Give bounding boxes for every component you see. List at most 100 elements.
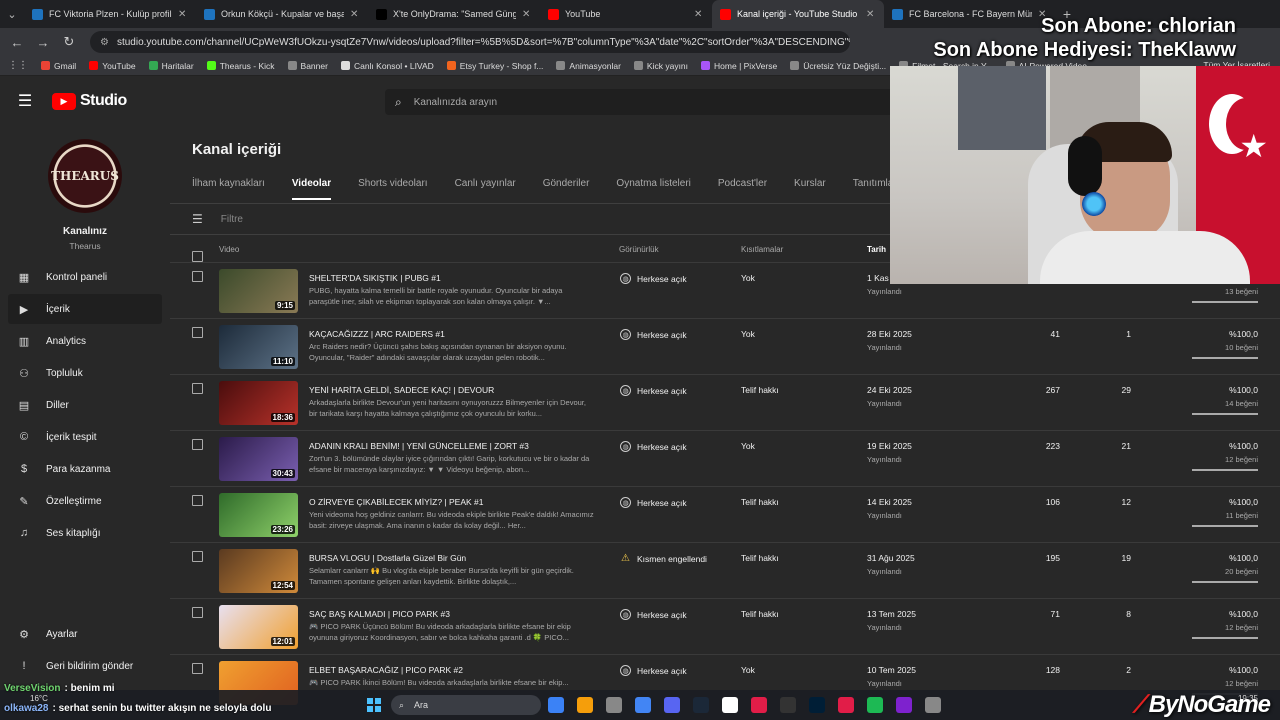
back-icon[interactable]: ← bbox=[6, 31, 28, 53]
bookmark-item[interactable]: Banner bbox=[287, 61, 328, 71]
visibility-status[interactable]: ⚠ Kısmen engellendi bbox=[620, 553, 707, 564]
content-tab[interactable]: Canlı yayınlar bbox=[455, 178, 516, 200]
bookmark-item[interactable]: Etsy Turkey - Shop f... bbox=[446, 61, 543, 71]
tab-close-icon[interactable]: ✕ bbox=[694, 9, 704, 20]
video-row[interactable]: 23:26 O ZİRVEYE ÇIKABİLECEK MİYİZ? | PEAK… bbox=[170, 486, 1280, 542]
video-thumbnail[interactable]: 23:26 bbox=[219, 493, 298, 537]
row-checkbox[interactable] bbox=[192, 327, 203, 338]
sidebar-item[interactable]: ▥ Analytics bbox=[8, 326, 162, 356]
video-thumbnail[interactable]: 30:43 bbox=[219, 437, 298, 481]
taskbar-app-icon[interactable] bbox=[751, 697, 767, 713]
video-row[interactable]: 30:43 ADANIN KRALI BENİM! | YENİ GÜNCELLE… bbox=[170, 430, 1280, 486]
bookmark-item[interactable]: Animasyonlar bbox=[556, 61, 621, 71]
reload-icon[interactable]: ↻ bbox=[58, 31, 80, 53]
browser-tab[interactable]: Orkun Kökçü - Kupalar ve başarı ✕ bbox=[196, 0, 368, 28]
restriction-status[interactable]: Telif hakkı bbox=[741, 497, 779, 507]
bookmark-item[interactable]: Home | PixVerse bbox=[701, 61, 777, 71]
restriction-status[interactable]: Telif hakkı bbox=[741, 553, 779, 563]
browser-tab[interactable]: YouTube ✕ bbox=[540, 0, 712, 28]
restriction-status[interactable]: Yok bbox=[741, 329, 755, 339]
video-title[interactable]: YENİ HARİTA GELDİ, SADECE KAÇ! | DEVOUR bbox=[309, 385, 609, 395]
taskbar-app-icon[interactable] bbox=[693, 697, 709, 713]
content-tab[interactable]: Podcast'ler bbox=[718, 178, 767, 200]
sidebar-item[interactable]: ⚇ Topluluk bbox=[8, 358, 162, 388]
row-checkbox[interactable] bbox=[192, 439, 203, 450]
video-thumbnail[interactable]: 11:10 bbox=[219, 325, 298, 369]
bookmark-item[interactable]: Gmail bbox=[41, 61, 76, 71]
bookmark-item[interactable]: YouTube bbox=[89, 61, 136, 71]
taskbar-app-icon[interactable] bbox=[664, 697, 680, 713]
sidebar-item[interactable]: ▶ İçerik bbox=[8, 294, 162, 324]
visibility-status[interactable]: ◍ Herkese açık bbox=[620, 609, 687, 620]
row-checkbox[interactable] bbox=[192, 551, 203, 562]
row-checkbox[interactable] bbox=[192, 271, 203, 282]
video-title[interactable]: BURSA VLOGU | Dostlarla Güzel Bir Gün bbox=[309, 553, 609, 563]
taskbar-app-icon[interactable] bbox=[896, 697, 912, 713]
forward-icon[interactable]: → bbox=[32, 31, 54, 53]
video-title[interactable]: ADANIN KRALI BENİM! | YENİ GÜNCELLEME | … bbox=[309, 441, 609, 451]
content-tab[interactable]: Videolar bbox=[291, 178, 332, 200]
video-thumbnail[interactable]: 9:15 bbox=[219, 269, 298, 313]
row-checkbox[interactable] bbox=[192, 495, 203, 506]
sidebar-item[interactable]: © İçerik tespit bbox=[8, 422, 162, 452]
video-title[interactable]: SHELTER'DA SIKIŞTIK | PUBG #1 bbox=[309, 273, 609, 283]
taskbar-app-icon[interactable] bbox=[606, 697, 622, 713]
visibility-status[interactable]: ◍ Herkese açık bbox=[620, 385, 687, 396]
tab-close-icon[interactable]: ✕ bbox=[522, 9, 532, 20]
tab-search-icon[interactable]: ⌄ bbox=[0, 0, 24, 28]
bookmark-item[interactable]: Thearus - Kick bbox=[206, 61, 275, 71]
visibility-status[interactable]: ◍ Herkese açık bbox=[620, 273, 687, 284]
taskbar-app-icon[interactable] bbox=[809, 697, 825, 713]
sidebar-bottom-item[interactable]: ⚙ Ayarlar bbox=[8, 619, 162, 649]
weather-widget[interactable]: 16°C bbox=[30, 694, 48, 703]
row-checkbox[interactable] bbox=[192, 607, 203, 618]
content-tab[interactable]: İlham kaynakları bbox=[192, 178, 265, 200]
menu-icon[interactable]: ☰ bbox=[0, 91, 50, 111]
taskbar-app-icon[interactable] bbox=[722, 697, 738, 713]
visibility-status[interactable]: ◍ Herkese açık bbox=[620, 497, 687, 508]
taskbar-app-icon[interactable] bbox=[577, 697, 593, 713]
taskbar-search[interactable]: ⌕ Ara bbox=[391, 695, 541, 715]
taskbar-app-icon[interactable] bbox=[780, 697, 796, 713]
filter-input[interactable]: Filtre bbox=[221, 214, 243, 225]
taskbar-app-icon[interactable] bbox=[925, 697, 941, 713]
start-icon[interactable] bbox=[367, 698, 381, 712]
taskbar-app-icon[interactable] bbox=[867, 697, 883, 713]
content-tab[interactable]: Kurslar bbox=[794, 178, 826, 200]
taskbar-app-icon[interactable] bbox=[635, 697, 651, 713]
restriction-status[interactable]: Telif hakkı bbox=[741, 385, 779, 395]
visibility-status[interactable]: ◍ Herkese açık bbox=[620, 329, 687, 340]
sidebar-item[interactable]: ✎ Özelleştirme bbox=[8, 486, 162, 516]
taskbar-app-icon[interactable] bbox=[548, 697, 564, 713]
url-input[interactable]: ⚙ studio.youtube.com/channel/UCpWeW3fUOk… bbox=[90, 31, 850, 53]
video-thumbnail[interactable]: 18:36 bbox=[219, 381, 298, 425]
sidebar-bottom-item[interactable]: ! Geri bildirim gönder bbox=[8, 651, 162, 681]
restriction-status[interactable]: Yok bbox=[741, 273, 755, 283]
bookmark-item[interactable]: Canlı Konsol • LIVAD bbox=[340, 61, 434, 71]
restriction-status[interactable]: Yok bbox=[741, 665, 755, 675]
video-row[interactable]: 11:10 KAÇACAĞIZZZ | ARC RAIDERS #1 Arc Rai… bbox=[170, 318, 1280, 374]
bookmark-item[interactable]: Haritalar bbox=[148, 61, 194, 71]
video-row[interactable]: 12:01 SAÇ BAŞ KALMADI | PICO PARK #3 🎮 PIC… bbox=[170, 598, 1280, 654]
site-info-icon[interactable]: ⚙ bbox=[100, 37, 109, 48]
row-checkbox[interactable] bbox=[192, 663, 203, 674]
sidebar-item[interactable]: ♫ Ses kitaplığı bbox=[8, 518, 162, 548]
video-thumbnail[interactable]: 12:54 bbox=[219, 549, 298, 593]
filter-bar[interactable]: ☰ Filtre bbox=[192, 212, 243, 226]
browser-tab[interactable]: Kanal içeriği - YouTube Studio ✕ bbox=[712, 0, 884, 28]
visibility-status[interactable]: ◍ Herkese açık bbox=[620, 441, 687, 452]
channel-search-input[interactable]: ⌕ Kanalınızda arayın bbox=[385, 89, 895, 115]
bookmark-item[interactable]: Kick yayını bbox=[633, 61, 688, 71]
bookmark-item[interactable]: Ücretsiz Yüz Değişti... bbox=[790, 61, 886, 71]
filter-icon[interactable]: ☰ bbox=[192, 212, 203, 226]
restriction-status[interactable]: Yok bbox=[741, 441, 755, 451]
content-tab[interactable]: Shorts videoları bbox=[358, 178, 427, 200]
tab-close-icon[interactable]: ✕ bbox=[350, 9, 360, 20]
video-row[interactable]: 18:36 YENİ HARİTA GELDİ, SADECE KAÇ! | DE… bbox=[170, 374, 1280, 430]
video-title[interactable]: SAÇ BAŞ KALMADI | PICO PARK #3 bbox=[309, 609, 609, 619]
restriction-status[interactable]: Telif hakkı bbox=[741, 609, 779, 619]
content-tab[interactable]: Gönderiler bbox=[543, 178, 590, 200]
taskbar-app-icon[interactable] bbox=[838, 697, 854, 713]
video-thumbnail[interactable]: 12:01 bbox=[219, 605, 298, 649]
row-checkbox[interactable] bbox=[192, 383, 203, 394]
